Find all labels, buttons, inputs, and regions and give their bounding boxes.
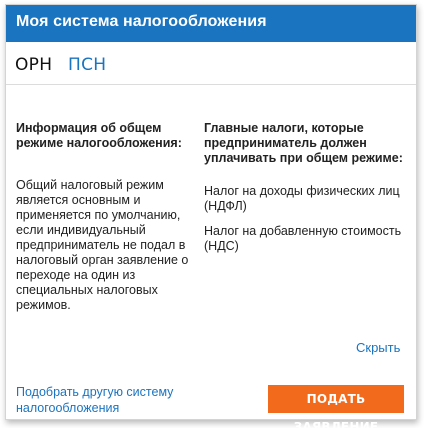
tab-bar: ОРН ПСН <box>6 42 416 85</box>
general-regime-info: Информация об общем режиме налогообложен… <box>16 121 194 313</box>
main-taxes-info: Главные налоги, которые предприниматель … <box>204 121 404 254</box>
choose-other-system-link[interactable]: Подобрать другую систему налогообложения <box>16 384 216 416</box>
tab-psn[interactable]: ПСН <box>68 55 106 75</box>
general-regime-text: Общий налоговый режим является основным … <box>16 178 189 312</box>
tax-item-ndfl: Налог на доходы физических лиц (НДФЛ) <box>204 184 400 213</box>
submit-application-button[interactable]: ПОДАТЬ ЗАЯВЛЕНИЕ <box>268 385 404 428</box>
general-regime-heading: Информация об общем режиме налогообложен… <box>16 121 182 150</box>
card-header: Моя система налогообложения <box>6 5 416 42</box>
tax-item-nds: Налог на добавленную стоимость (НДС) <box>204 224 402 253</box>
hide-link[interactable]: Скрыть <box>356 340 400 355</box>
tab-orn[interactable]: ОРН <box>15 55 52 75</box>
main-taxes-heading: Главные налоги, которые предприниматель … <box>204 121 403 165</box>
tax-system-card: Моя система налогообложения ОРН ПСН Инфо… <box>5 4 417 428</box>
card-title: Моя система налогообложения <box>16 13 267 30</box>
